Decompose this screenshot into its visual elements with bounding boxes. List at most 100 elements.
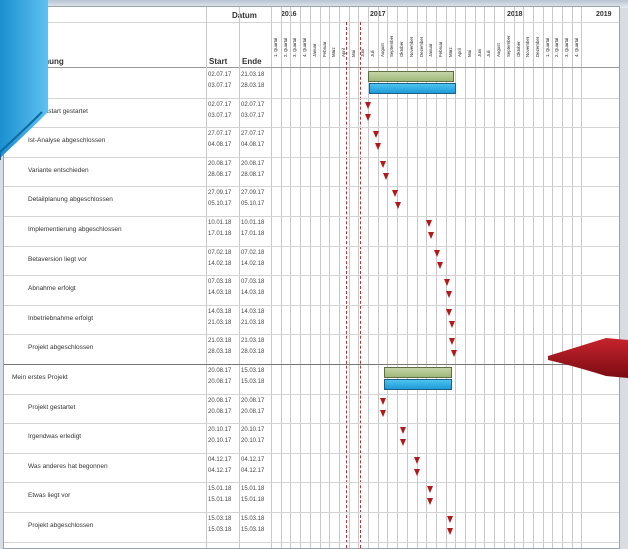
end-date[interactable]: 15.03.18 [241,367,264,375]
task-name[interactable]: Implementierung abgeschlossen [28,226,122,233]
milestone-marker[interactable] [436,261,443,269]
start-date[interactable]: 10.01.18 [208,219,231,227]
milestone-marker[interactable] [392,190,399,198]
end-date[interactable]: 04.12.17 [241,456,264,464]
end-date[interactable]: 28.03.18 [241,348,264,356]
end-date[interactable]: 28.03.18 [241,82,264,90]
start-date[interactable]: 17.01.18 [208,230,231,238]
end-date[interactable]: 15.01.18 [241,496,264,504]
start-date[interactable]: 03.07.17 [208,82,231,90]
milestone-marker[interactable] [446,308,453,316]
milestone-marker[interactable] [448,338,455,346]
start-date[interactable]: 20.10.17 [208,426,231,434]
start-date[interactable]: 20.08.17 [208,397,231,405]
start-date[interactable]: 02.07.17 [208,71,231,79]
task-name[interactable]: Was anderes hat begonnen [28,463,108,470]
task-name[interactable]: Mein erstes Projekt [12,374,68,381]
milestone-marker[interactable] [380,409,387,417]
start-date[interactable]: 28.03.18 [208,348,231,356]
task-name[interactable]: Variante entschieden [28,167,89,174]
milestone-marker[interactable] [375,143,382,151]
start-date[interactable]: 21.03.18 [208,337,231,345]
task-name[interactable]: Projekt gestartet [28,404,75,411]
milestone-marker[interactable] [413,456,420,464]
start-date[interactable]: 15.03.18 [208,515,231,523]
milestone-marker[interactable] [448,320,455,328]
end-date[interactable]: 21.03.18 [241,337,264,345]
end-date[interactable]: 21.03.18 [241,319,264,327]
task-name[interactable]: Projekt abgeschlossen [28,522,93,529]
milestone-marker[interactable] [399,427,406,435]
end-date[interactable]: 03.07.17 [241,112,264,120]
summary-bar-plan[interactable] [368,71,455,82]
end-date[interactable]: 20.08.17 [241,160,264,168]
start-date[interactable]: 15.03.18 [208,526,231,534]
milestone-marker[interactable] [394,202,401,210]
start-date[interactable]: 14.03.18 [208,289,231,297]
summary-bar-actual[interactable] [368,83,457,94]
end-date[interactable]: 15.03.18 [241,526,264,534]
end-date[interactable]: 20.08.17 [241,408,264,416]
end-date[interactable]: 02.07.17 [241,101,264,109]
summary-bar-plan[interactable] [383,367,453,378]
milestone-marker[interactable] [427,498,434,506]
end-date[interactable]: 27.07.17 [241,130,264,138]
start-date[interactable]: 04.12.17 [208,467,231,475]
end-date[interactable]: 07.03.18 [241,278,264,286]
milestone-marker[interactable] [382,172,389,180]
start-date[interactable]: 20.08.17 [208,367,231,375]
start-date[interactable]: 07.02.18 [208,249,231,257]
end-date[interactable]: 15.03.18 [241,515,264,523]
task-name[interactable]: Abnahme erfolgt [28,285,76,292]
milestone-marker[interactable] [434,249,441,257]
task-name[interactable]: Inbetriebnahme erfolgt [28,315,93,322]
milestone-marker[interactable] [380,397,387,405]
end-date[interactable]: 14.03.18 [241,289,264,297]
end-date[interactable]: 20.08.17 [241,397,264,405]
milestone-marker[interactable] [427,486,434,494]
end-date[interactable]: 27.09.17 [241,189,264,197]
milestone-marker[interactable] [399,439,406,447]
task-name[interactable]: Irgendwas erledigt [28,433,81,440]
start-date[interactable]: 20.08.17 [208,160,231,168]
end-date[interactable]: 10.01.18 [241,219,264,227]
milestone-marker[interactable] [446,528,453,535]
end-date[interactable]: 15.01.18 [241,485,264,493]
end-date[interactable]: 21.03.18 [241,71,264,79]
start-date[interactable]: 20.08.17 [208,408,231,416]
end-date[interactable]: 15.03.18 [241,378,264,386]
milestone-marker[interactable] [413,468,420,476]
start-date[interactable]: 20.08.17 [208,378,231,386]
milestone-marker[interactable] [372,131,379,139]
task-name[interactable]: Betaversion liegt vor [28,256,87,263]
summary-bar-actual[interactable] [383,379,453,390]
start-date[interactable]: 21.03.18 [208,319,231,327]
milestone-marker[interactable] [444,279,451,287]
task-name[interactable]: Etwas liegt vor [28,492,70,499]
end-date[interactable]: 14.03.18 [241,308,264,316]
milestone-marker[interactable] [425,220,432,227]
end-date[interactable]: 04.08.17 [241,141,264,149]
start-date[interactable]: 15.01.18 [208,496,231,504]
milestone-marker[interactable] [427,232,434,239]
end-date[interactable]: 17.01.18 [241,230,264,238]
end-date[interactable]: 05.10.17 [241,200,264,208]
start-date[interactable]: 28.08.17 [208,171,231,179]
milestone-marker[interactable] [450,350,457,358]
milestone-marker[interactable] [446,291,453,299]
start-date[interactable]: 14.02.18 [208,260,231,268]
start-date[interactable]: 14.03.18 [208,308,231,316]
milestone-marker[interactable] [380,160,387,168]
end-date[interactable]: 14.02.18 [241,260,264,268]
start-date[interactable]: 04.12.17 [208,456,231,464]
start-date[interactable]: 05.10.17 [208,200,231,208]
end-date[interactable]: 04.12.17 [241,467,264,475]
end-date[interactable]: 28.08.17 [241,171,264,179]
milestone-marker[interactable] [364,101,371,109]
start-date[interactable]: 04.08.17 [208,141,231,149]
task-name[interactable]: Projekt abgeschlossen [28,344,93,351]
start-date[interactable]: 02.07.17 [208,101,231,109]
start-date[interactable]: 20.10.17 [208,437,231,445]
task-name[interactable]: Detailplanung abgeschlossen [28,196,113,203]
start-date[interactable]: 15.01.18 [208,485,231,493]
